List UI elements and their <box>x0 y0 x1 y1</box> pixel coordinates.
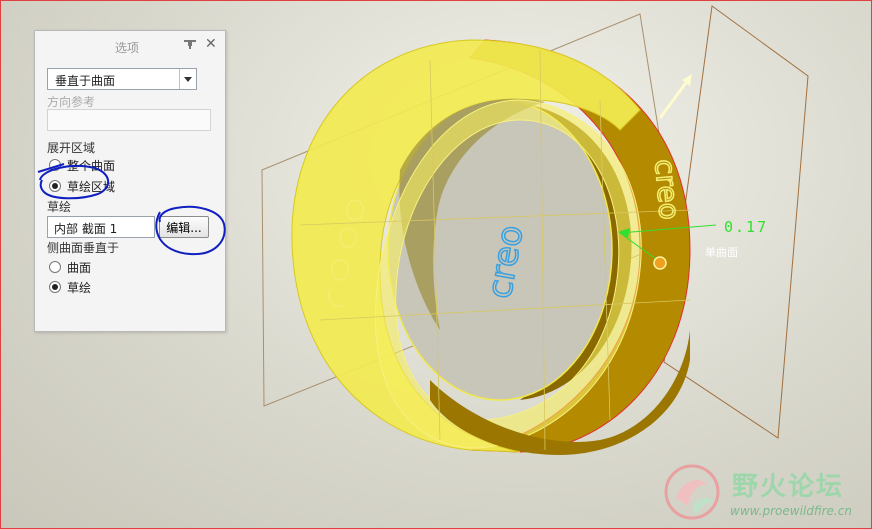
proewildfire-logo-icon <box>664 464 720 520</box>
radio-label: 曲面 <box>67 261 92 275</box>
close-icon[interactable]: ✕ <box>205 36 217 52</box>
sketch-field-value: 内部 截面 1 <box>54 222 118 236</box>
direction-type-value: 垂直于曲面 <box>55 74 116 88</box>
svg-text:creo: creo <box>648 158 686 221</box>
direction-type-dropdown[interactable]: 垂直于曲面 <box>47 68 197 90</box>
radio-button-selected[interactable] <box>49 281 61 293</box>
direction-arrow-line <box>658 79 690 119</box>
sketch-label: 草绘 <box>47 200 72 214</box>
radio-button[interactable] <box>49 261 61 273</box>
sketch-field[interactable]: 内部 截面 1 <box>47 216 155 238</box>
side-normal-label: 侧曲面垂直于 <box>47 241 120 255</box>
expand-region-label: 展开区域 <box>47 141 96 155</box>
surface-label: 单曲面 <box>705 246 738 259</box>
options-panel: 选项 ✕ 垂直于曲面 方向参考 展开区域 整个曲面 草绘区域 草绘 内部 截面 … <box>34 30 226 332</box>
dimension-value[interactable]: 0.17 <box>724 218 768 236</box>
radio-label: 整个曲面 <box>67 159 116 173</box>
radio-label: 草绘区域 <box>67 180 116 194</box>
direction-ref-label: 方向参考 <box>47 95 96 109</box>
direction-ref-field[interactable] <box>47 109 211 131</box>
watermark-title: 野火论坛 <box>732 472 845 502</box>
chevron-down-icon[interactable] <box>179 69 196 89</box>
radio-button[interactable] <box>49 159 61 171</box>
watermark: 野火论坛 www.proewildfire.cn <box>660 462 866 524</box>
drag-handle <box>653 256 667 270</box>
radio-label: 草绘 <box>67 281 92 295</box>
pin-icon[interactable] <box>183 38 197 50</box>
creo-text-right: creo <box>647 157 687 222</box>
edit-sketch-button[interactable]: 编辑... <box>159 216 209 238</box>
radio-button-selected[interactable] <box>49 180 61 192</box>
watermark-url: www.proewildfire.cn <box>730 504 852 518</box>
panel-header: 选项 ✕ <box>35 31 225 59</box>
panel-title: 选项 <box>115 41 140 55</box>
